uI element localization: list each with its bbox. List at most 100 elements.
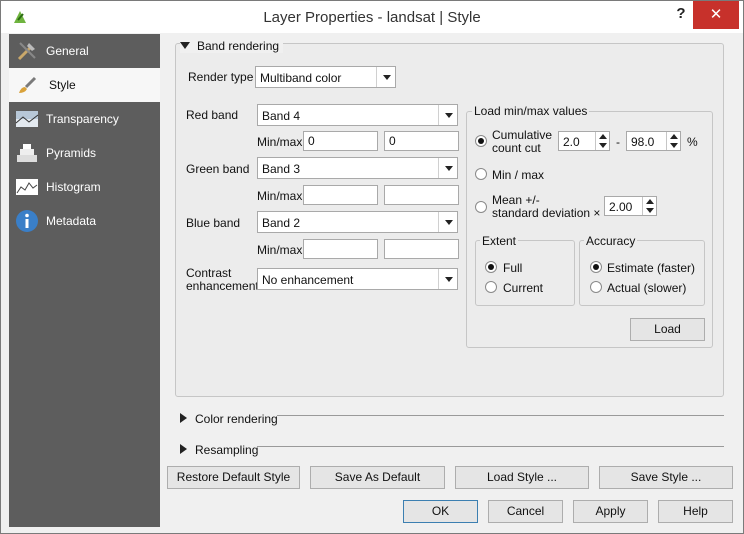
combo-separator [438,105,439,125]
cancel-button[interactable]: Cancel [488,500,563,523]
render-type-value: Multiband color [260,71,342,85]
sidebar-item-label: Pyramids [46,146,97,160]
sidebar-item-pyramids[interactable]: Pyramids [9,136,160,170]
layer-properties-window: Layer Properties - landsat | Style ? ✕ G… [0,0,744,534]
blue-band-select[interactable]: Band 2 [257,211,458,233]
cumulative-high-spinbox[interactable]: 98.0 [626,131,681,151]
chevron-down-icon [445,166,453,171]
accuracy-estimate-label: Estimate (faster) [607,261,696,275]
combo-separator [438,269,439,289]
load-minmax-button[interactable]: Load [630,318,705,341]
accuracy-actual-radio[interactable] [590,281,602,293]
context-help-button[interactable]: ? [671,5,691,27]
extent-title: Extent [480,234,519,248]
accuracy-title: Accuracy [584,234,638,248]
cumulative-low-spinbox[interactable]: 2.0 [558,131,610,151]
render-type-select[interactable]: Multiband color [255,66,396,88]
expand-triangle-icon [180,444,187,454]
percent-label: % [687,135,698,149]
divider [277,415,724,416]
pyramids-icon [15,141,39,165]
combo-separator [438,158,439,178]
extent-current-radio[interactable] [485,281,497,293]
green-band-select[interactable]: Band 3 [257,157,458,179]
cumulative-high-value: 98.0 [631,135,655,149]
sidebar-item-general[interactable]: General [9,34,160,68]
save-as-default-button[interactable]: Save As Default [310,466,445,489]
close-window-button[interactable]: ✕ [693,1,739,29]
load-style-button[interactable]: Load Style ... [455,466,589,489]
stddev-spinbox[interactable]: 2.00 [604,196,657,216]
extent-current-label: Current [503,281,544,295]
chevron-down-icon [445,277,453,282]
histogram-icon [15,175,39,199]
extent-group [475,240,575,306]
sidebar-item-histogram[interactable]: Histogram [9,170,160,204]
mean-stddev-label: Mean +/- standard deviation × [492,194,600,220]
paintbrush-icon [15,73,39,97]
minmax-label: Min / max [492,168,545,182]
sidebar-item-label: General [46,44,89,58]
chevron-down-icon [445,113,453,118]
sidebar: General Style Transparency Pyramids Hist… [9,34,160,527]
green-min-input[interactable] [303,185,378,205]
window-title: Layer Properties - landsat | Style [263,9,481,26]
spin-buttons[interactable] [595,132,609,150]
contrast-enhancement-select[interactable]: No enhancement [257,268,458,290]
color-rendering-title: Color rendering [195,412,278,426]
ok-button[interactable]: OK [403,500,478,523]
arrow-up-icon [599,134,607,139]
render-type-label: Render type [188,70,254,84]
restore-default-style-button[interactable]: Restore Default Style [167,466,300,489]
cumulative-cut-label: Cumulative count cut [492,129,552,155]
spin-buttons[interactable] [666,132,680,150]
resampling-title: Resampling [195,443,259,457]
titlebar: Layer Properties - landsat | Style ? ✕ [1,1,743,33]
sidebar-item-label: Histogram [46,180,101,194]
red-min-input[interactable]: 0 [303,131,378,151]
chevron-down-icon [383,75,391,80]
extent-full-label: Full [503,261,523,275]
sidebar-item-metadata[interactable]: Metadata [9,204,160,238]
spin-buttons[interactable] [642,197,656,215]
cumulative-cut-radio[interactable] [475,135,487,147]
arrow-up-icon [646,199,654,204]
chevron-down-icon [445,220,453,225]
load-minmax-title: Load min/max values [472,104,590,118]
combo-separator [376,67,377,87]
sidebar-item-label: Transparency [46,112,119,126]
blue-min-input[interactable] [303,239,378,259]
blue-max-input[interactable] [384,239,459,259]
resampling-header[interactable]: Resampling [180,443,258,457]
info-icon [15,209,39,233]
tools-icon [15,39,39,63]
band-rendering-title: Band rendering [197,39,280,53]
help-button[interactable]: Help [658,500,733,523]
minmax-radio[interactable] [475,168,487,180]
red-band-label: Red band [186,108,239,122]
color-rendering-header[interactable]: Color rendering [180,412,278,426]
sidebar-item-label: Style [49,78,76,92]
accuracy-estimate-radio[interactable] [590,261,602,273]
accuracy-actual-label: Actual (slower) [607,281,687,295]
apply-button[interactable]: Apply [573,500,648,523]
save-style-button[interactable]: Save Style ... [599,466,733,489]
sidebar-item-style[interactable]: Style [9,68,160,102]
red-max-input[interactable]: 0 [384,131,459,151]
green-max-input[interactable] [384,185,459,205]
band-rendering-header[interactable]: Band rendering [180,39,284,53]
red-band-value: Band 4 [262,109,301,123]
arrow-up-icon [670,134,678,139]
extent-full-radio[interactable] [485,261,497,273]
green-band-label: Green band [186,162,250,176]
red-band-select[interactable]: Band 4 [257,104,458,126]
contrast-enhancement-value: No enhancement [262,273,354,287]
red-minmax-label: Min/max [257,135,303,149]
arrow-down-icon [599,143,607,148]
sidebar-item-transparency[interactable]: Transparency [9,102,160,136]
divider [257,446,724,447]
sidebar-item-label: Metadata [46,214,97,228]
mean-stddev-radio[interactable] [475,201,487,213]
blue-minmax-label: Min/max [257,243,303,257]
stddev-value: 2.00 [609,200,633,214]
